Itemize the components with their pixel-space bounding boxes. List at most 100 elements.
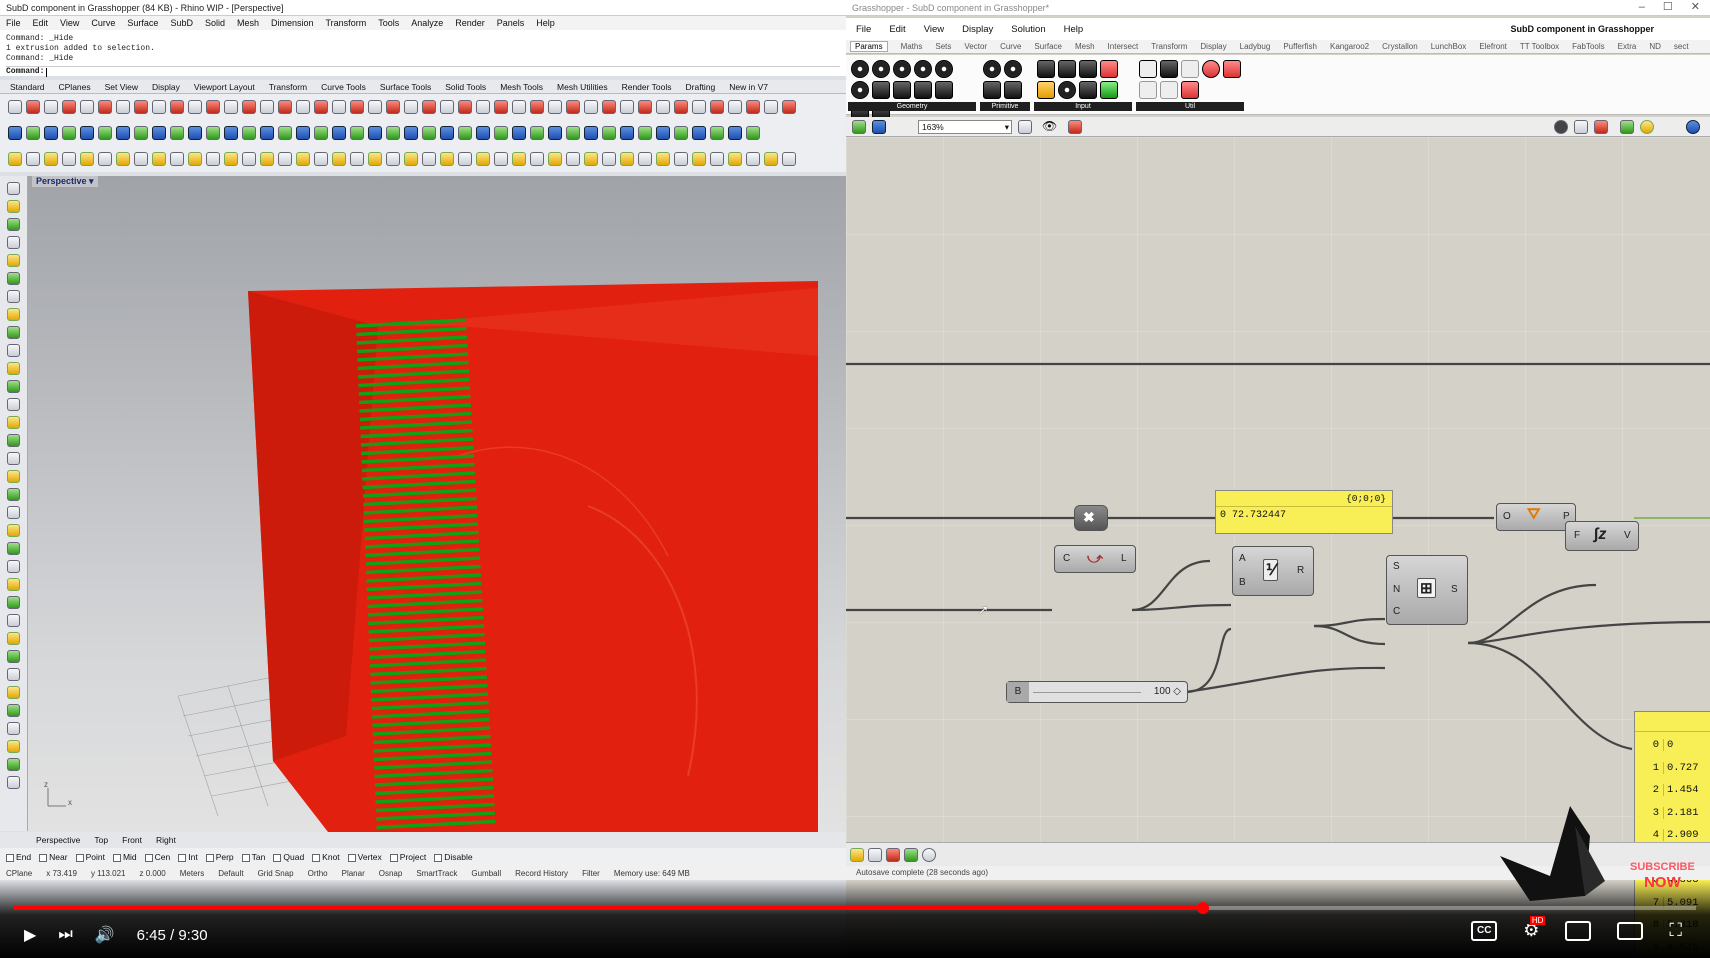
menu-dimension[interactable]: Dimension xyxy=(271,16,314,30)
gh-menu-help[interactable]: Help xyxy=(1064,24,1084,35)
status-icon[interactable] xyxy=(850,847,864,862)
status-item[interactable]: Gumball xyxy=(471,869,501,878)
toolbar-icon[interactable] xyxy=(620,126,634,140)
status-item[interactable]: Record History xyxy=(515,869,568,878)
status-item[interactable]: y 113.021 xyxy=(91,869,126,878)
volume-icon[interactable]: 🔊 xyxy=(95,925,115,945)
input-icon[interactable] xyxy=(1037,81,1055,99)
slider-track[interactable] xyxy=(1033,692,1141,693)
toolbar-icon[interactable] xyxy=(134,126,148,140)
toolbar-icon[interactable] xyxy=(566,100,580,114)
tool-icon[interactable] xyxy=(7,236,20,249)
util-icon[interactable] xyxy=(1160,81,1178,99)
util-icon[interactable] xyxy=(1139,81,1157,99)
param-icon[interactable] xyxy=(935,81,953,99)
toolbar-icon[interactable] xyxy=(98,100,112,114)
tool-icon[interactable] xyxy=(7,740,20,753)
osnap-knot[interactable]: Knot xyxy=(312,852,340,862)
checkbox[interactable] xyxy=(39,853,48,862)
gh-tab-fabtools[interactable]: FabTools xyxy=(1572,42,1604,51)
toolbar-icon[interactable] xyxy=(26,100,40,114)
toolbar-icon[interactable] xyxy=(152,126,166,140)
param-icon[interactable] xyxy=(872,81,890,99)
osnap-disable[interactable]: Disable xyxy=(434,852,473,862)
input-icon[interactable] xyxy=(1058,81,1076,99)
status-item[interactable]: Meters xyxy=(180,869,204,878)
toolbar-icon[interactable] xyxy=(602,100,616,114)
toolbar-tab[interactable]: Render Tools xyxy=(622,80,672,94)
status-item[interactable]: Osnap xyxy=(379,869,403,878)
gh-tab-ladybug[interactable]: Ladybug xyxy=(1240,42,1271,51)
toolbar-icon[interactable] xyxy=(656,126,670,140)
toolbar-icon[interactable] xyxy=(602,152,616,166)
toolbar-icon[interactable] xyxy=(728,152,742,166)
tool-icon[interactable] xyxy=(7,632,20,645)
preview-mode-icon[interactable] xyxy=(1594,120,1608,134)
toolbar-icon[interactable] xyxy=(206,126,220,140)
tool-icon[interactable] xyxy=(7,596,20,609)
tool-icon[interactable] xyxy=(7,470,20,483)
toolbar-icon[interactable] xyxy=(674,100,688,114)
toolbar-icon[interactable] xyxy=(512,100,526,114)
globe-icon[interactable] xyxy=(1686,120,1700,134)
window-control[interactable]: – xyxy=(1639,1,1645,13)
toolbar-tab[interactable]: CPlanes xyxy=(59,80,91,94)
toolbar-icon[interactable] xyxy=(386,100,400,114)
toolbar-icon[interactable] xyxy=(746,126,760,140)
toolbar-icon[interactable] xyxy=(404,100,418,114)
plane-component[interactable]: O ⛛ P xyxy=(1496,503,1576,531)
status-item[interactable]: x 73.419 xyxy=(46,869,77,878)
menu-render[interactable]: Render xyxy=(455,16,485,30)
toolbar-icon[interactable] xyxy=(296,126,310,140)
toolbar-icon[interactable] xyxy=(728,100,742,114)
toolbar-icon[interactable] xyxy=(584,152,598,166)
toolbar-icon[interactable] xyxy=(8,100,22,114)
disabled-component[interactable]: ✖ xyxy=(1074,505,1108,531)
gh-tab-sect[interactable]: sect xyxy=(1674,42,1689,51)
render-icon[interactable] xyxy=(1640,120,1654,134)
toolbar-tab[interactable]: Mesh Utilities xyxy=(557,80,608,94)
osnap-near[interactable]: Near xyxy=(39,852,68,862)
toolbar-icon[interactable] xyxy=(692,100,706,114)
toolbar-icon[interactable] xyxy=(116,126,130,140)
tool-icon[interactable] xyxy=(7,578,20,591)
checkbox[interactable] xyxy=(434,853,443,862)
menu-panels[interactable]: Panels xyxy=(497,16,525,30)
toolbar-icon[interactable] xyxy=(494,126,508,140)
toolbar-icon[interactable] xyxy=(530,100,544,114)
toolbar-icon[interactable] xyxy=(170,152,184,166)
miniplayer-icon[interactable] xyxy=(1565,920,1592,941)
toolbar-icon[interactable] xyxy=(152,100,166,114)
status-item[interactable]: z 0.000 xyxy=(140,869,166,878)
util-icon[interactable] xyxy=(1202,60,1220,78)
toolbar-icon[interactable] xyxy=(476,152,490,166)
toolbar-icon[interactable] xyxy=(620,152,634,166)
zoom-extents-icon[interactable] xyxy=(1018,120,1032,134)
status-item[interactable]: Ortho xyxy=(308,869,328,878)
toolbar-icon[interactable] xyxy=(188,126,202,140)
toolbar-icon[interactable] xyxy=(422,126,436,140)
menu-edit[interactable]: Edit xyxy=(33,16,49,30)
status-icon[interactable] xyxy=(868,847,882,862)
tool-icon[interactable] xyxy=(7,416,20,429)
toolbar-icon[interactable] xyxy=(584,126,598,140)
toolbar-icon[interactable] xyxy=(512,126,526,140)
gh-tab-nd[interactable]: ND xyxy=(1649,42,1661,51)
osnap-int[interactable]: Int xyxy=(178,852,198,862)
toolbar-icon[interactable] xyxy=(494,152,508,166)
tool-icon[interactable] xyxy=(7,200,20,213)
toolbar-icon[interactable] xyxy=(782,152,796,166)
division-component[interactable]: A B ⅟ R xyxy=(1232,546,1314,596)
toolbar-icon[interactable] xyxy=(242,100,256,114)
number-slider[interactable]: B 100 ◇ xyxy=(1006,681,1188,703)
toolbar-icon[interactable] xyxy=(224,126,238,140)
viewport-tab[interactable]: Perspective xyxy=(36,835,80,845)
util-icon[interactable] xyxy=(1223,60,1241,78)
toolbar-icon[interactable] xyxy=(44,100,58,114)
tool-icon[interactable] xyxy=(7,488,20,501)
toolbar-icon[interactable] xyxy=(602,126,616,140)
tool-icon[interactable] xyxy=(7,380,20,393)
tool-icon[interactable] xyxy=(7,254,20,267)
toolbar-icon[interactable] xyxy=(368,100,382,114)
tool-icon[interactable] xyxy=(7,704,20,717)
